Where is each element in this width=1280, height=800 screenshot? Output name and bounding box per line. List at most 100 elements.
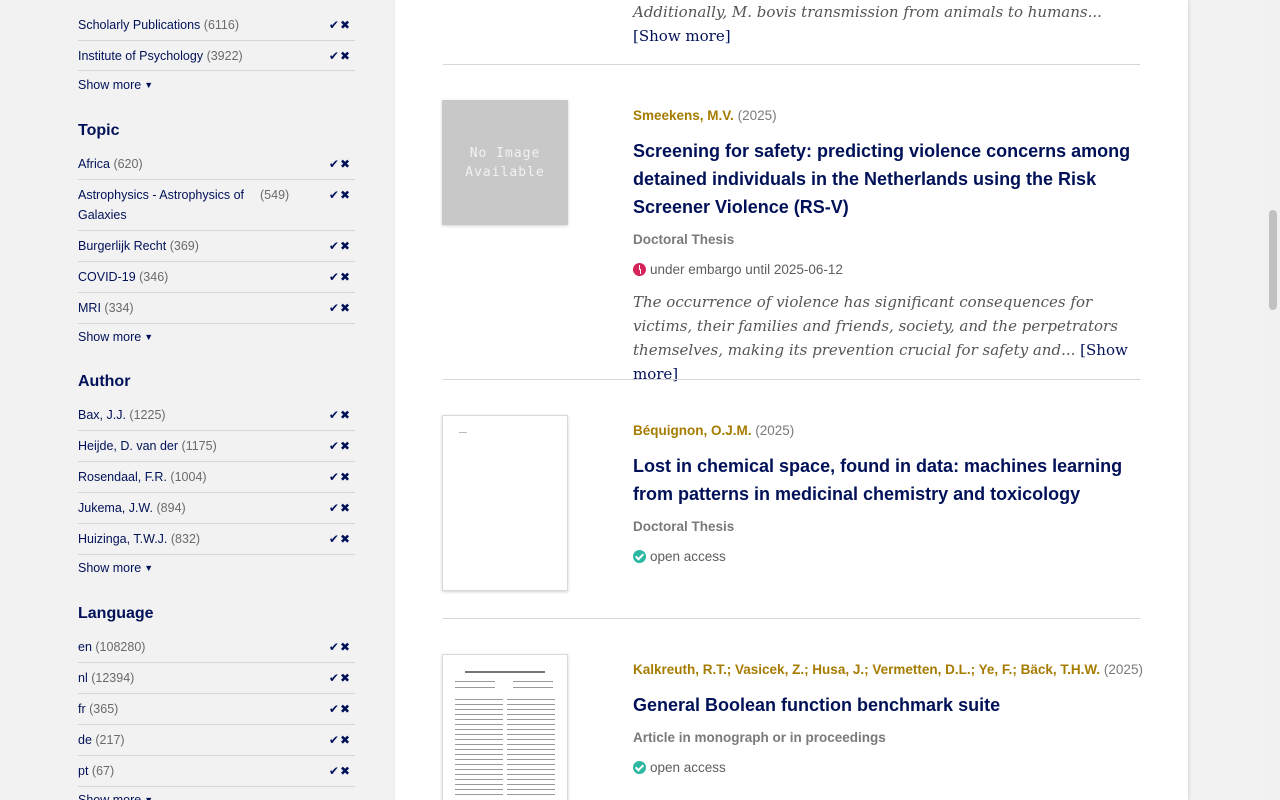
check-icon[interactable]: ✔: [329, 49, 339, 63]
facet-label[interactable]: COVID-19: [78, 270, 136, 284]
facet-label[interactable]: nl: [78, 671, 88, 685]
show-more-link[interactable]: Show more ▼: [78, 330, 153, 344]
x-icon[interactable]: ✖: [340, 188, 350, 202]
facet-row[interactable]: en (108280) ✔✖: [78, 631, 355, 663]
facet-label[interactable]: Heijde, D. van der: [78, 439, 178, 453]
result-divider: [443, 379, 1140, 380]
facet-row[interactable]: Astrophysics - Astrophysics of Galaxies …: [78, 179, 355, 231]
show-more-link[interactable]: Show more ▼: [78, 78, 153, 92]
facet-row[interactable]: fr (365) ✔✖: [78, 693, 355, 725]
x-icon[interactable]: ✖: [340, 239, 350, 253]
facet-label[interactable]: en: [78, 640, 92, 654]
facet-label[interactable]: Jukema, J.W.: [78, 501, 153, 515]
x-icon[interactable]: ✖: [340, 439, 350, 453]
x-icon[interactable]: ✖: [340, 764, 350, 778]
author-names[interactable]: Smeekens, M.V.: [633, 108, 734, 123]
result-title[interactable]: General Boolean function benchmark suite: [633, 691, 1143, 719]
scrollbar-thumb[interactable]: [1269, 210, 1277, 310]
clock-icon: [633, 263, 646, 276]
x-icon[interactable]: ✖: [340, 702, 350, 716]
no-image-thumbnail[interactable]: No Image Available: [442, 100, 568, 225]
facet-label[interactable]: Burgerlijk Recht: [78, 239, 166, 253]
show-more-link[interactable]: Show more ▼: [78, 793, 153, 800]
x-icon[interactable]: ✖: [340, 470, 350, 484]
facet-label[interactable]: Scholarly Publications: [78, 18, 200, 32]
check-icon[interactable]: ✔: [329, 439, 339, 453]
x-icon[interactable]: ✖: [340, 671, 350, 685]
facet-label[interactable]: fr: [78, 702, 86, 716]
abstract-text: The occurrence of violence has significa…: [633, 293, 1118, 359]
facet-label[interactable]: Astrophysics - Astrophysics of Galaxies: [78, 185, 248, 225]
x-icon[interactable]: ✖: [340, 157, 350, 171]
result-title[interactable]: Screening for safety: predicting violenc…: [633, 137, 1143, 221]
x-icon[interactable]: ✖: [340, 733, 350, 747]
facet-row[interactable]: pt (67) ✔✖: [78, 755, 355, 787]
facet-count: (334): [104, 301, 134, 315]
document-thumbnail[interactable]: [442, 415, 568, 591]
facet-heading-language: Language: [78, 605, 154, 622]
facet-label[interactable]: de: [78, 733, 92, 747]
check-icon[interactable]: ✔: [329, 239, 339, 253]
check-icon[interactable]: ✔: [329, 157, 339, 171]
x-icon[interactable]: ✖: [340, 49, 350, 63]
facet-row[interactable]: de (217) ✔✖: [78, 724, 355, 756]
page-scrollbar[interactable]: [1265, 0, 1280, 800]
facet-row[interactable]: Burgerlijk Recht (369) ✔✖: [78, 230, 355, 262]
facet-heading-topic: Topic: [78, 122, 120, 139]
check-icon[interactable]: ✔: [329, 702, 339, 716]
author-names[interactable]: Kalkreuth, R.T.; Vasicek, Z.; Husa, J.; …: [633, 662, 1100, 677]
facet-row[interactable]: MRI (334) ✔✖: [78, 292, 355, 324]
facet-count: (1225): [129, 408, 166, 422]
facet-row[interactable]: Institute of Psychology (3922) ✔✖: [78, 40, 355, 71]
show-more-link[interactable]: [Show more]: [633, 24, 1133, 48]
facet-row[interactable]: Africa (620) ✔✖: [78, 148, 355, 180]
check-icon[interactable]: ✔: [329, 188, 339, 202]
chevron-down-icon: ▼: [144, 795, 154, 800]
facet-count: (12394): [91, 671, 135, 685]
facet-row[interactable]: Bax, J.J. (1225) ✔✖: [78, 399, 355, 431]
facet-label[interactable]: Bax, J.J.: [78, 408, 126, 422]
x-icon[interactable]: ✖: [340, 270, 350, 284]
check-icon[interactable]: ✔: [329, 470, 339, 484]
check-circle-icon: [633, 550, 646, 563]
facet-row[interactable]: Heijde, D. van der (1175) ✔✖: [78, 430, 355, 462]
x-icon[interactable]: ✖: [340, 408, 350, 422]
show-more-link[interactable]: Show more ▼: [78, 561, 153, 575]
check-circle-icon: [633, 761, 646, 774]
result-authors[interactable]: Smeekens, M.V. (2025): [633, 108, 777, 123]
facet-label[interactable]: Africa: [78, 157, 110, 171]
chevron-down-icon: ▼: [144, 80, 154, 90]
facet-label[interactable]: Institute of Psychology: [78, 49, 203, 63]
check-icon[interactable]: ✔: [329, 671, 339, 685]
result-authors[interactable]: Béquignon, O.J.M. (2025): [633, 423, 794, 438]
x-icon[interactable]: ✖: [340, 301, 350, 315]
check-icon[interactable]: ✔: [329, 301, 339, 315]
facet-row[interactable]: COVID-19 (346) ✔✖: [78, 261, 355, 293]
check-icon[interactable]: ✔: [329, 764, 339, 778]
check-icon[interactable]: ✔: [329, 408, 339, 422]
facet-row[interactable]: Jukema, J.W. (894) ✔✖: [78, 492, 355, 524]
check-icon[interactable]: ✔: [329, 532, 339, 546]
facet-row[interactable]: Rosendaal, F.R. (1004) ✔✖: [78, 461, 355, 493]
check-icon[interactable]: ✔: [329, 270, 339, 284]
x-icon[interactable]: ✖: [340, 501, 350, 515]
result-authors[interactable]: Kalkreuth, R.T.; Vasicek, Z.; Husa, J.; …: [633, 662, 1143, 677]
check-icon[interactable]: ✔: [329, 501, 339, 515]
x-icon[interactable]: ✖: [340, 640, 350, 654]
check-icon[interactable]: ✔: [329, 18, 339, 32]
facet-label[interactable]: MRI: [78, 301, 101, 315]
x-icon[interactable]: ✖: [340, 532, 350, 546]
check-icon[interactable]: ✔: [329, 733, 339, 747]
facet-row[interactable]: nl (12394) ✔✖: [78, 662, 355, 694]
x-icon[interactable]: ✖: [340, 18, 350, 32]
facet-label[interactable]: pt: [78, 764, 88, 778]
facet-label[interactable]: Rosendaal, F.R.: [78, 470, 167, 484]
facet-row[interactable]: Huizinga, T.W.J. (832) ✔✖: [78, 523, 355, 555]
author-names[interactable]: Béquignon, O.J.M.: [633, 423, 752, 438]
abstract-snippet: The occurrence of violence has significa…: [633, 290, 1133, 386]
check-icon[interactable]: ✔: [329, 640, 339, 654]
facet-label[interactable]: Huizinga, T.W.J.: [78, 532, 167, 546]
document-thumbnail[interactable]: [442, 654, 568, 800]
result-title[interactable]: Lost in chemical space, found in data: m…: [633, 452, 1143, 508]
facet-row[interactable]: Scholarly Publications (6116) ✔✖: [78, 9, 355, 41]
